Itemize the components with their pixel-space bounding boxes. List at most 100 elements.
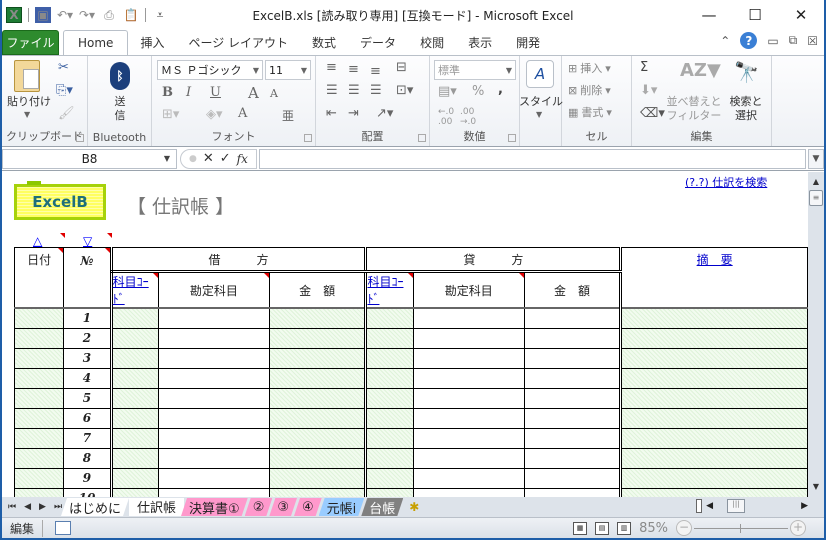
sort-filter-icon[interactable]: AZ▼ [680,60,721,81]
summary-cell[interactable] [619,387,808,409]
tab-page-layout[interactable]: ページ レイアウト [176,30,300,55]
redo-icon[interactable]: ↷▾ [79,7,95,23]
credit-account-cell[interactable] [412,327,525,349]
currency-icon[interactable]: ▤▾ [438,84,457,99]
align-right-icon[interactable]: ☰ [370,83,382,98]
tab-insert[interactable]: 挿入 [128,30,176,55]
date-cell[interactable] [13,427,65,449]
debit-code-cell[interactable] [109,447,159,469]
sheet-tab[interactable]: ② [245,498,273,516]
increase-decimal-icon[interactable]: ←.0.00 [438,107,454,127]
tab-view[interactable]: 表示 [456,30,504,55]
send-label-1[interactable]: 送 [88,94,152,109]
debit-account-cell[interactable] [157,467,270,489]
no-cell[interactable]: 2 [63,327,112,349]
percent-button[interactable]: % [472,84,484,99]
merge-center-icon[interactable]: ⊡▾ [396,83,413,98]
sort-descending-link[interactable]: ▽ [83,234,92,248]
underline-button[interactable]: U [210,85,221,100]
debit-amount-cell[interactable] [268,427,367,449]
workbook-close-icon[interactable]: ☒ [807,34,818,48]
grow-font-button[interactable]: A [248,84,259,102]
date-cell[interactable] [13,367,65,389]
page-break-view-icon[interactable]: ▥ [617,521,632,535]
debit-amount-cell[interactable] [268,307,367,329]
font-size-combo[interactable]: 11 ▼ [265,60,311,80]
last-sheet-icon[interactable]: ⏭ [54,502,62,512]
date-cell[interactable] [13,467,65,489]
align-top-icon[interactable]: ≡ [326,60,337,75]
credit-account-cell[interactable] [412,487,525,497]
comma-button[interactable]: , [498,82,503,97]
credit-code-cell[interactable] [364,307,414,329]
debit-amount-cell[interactable] [268,387,367,409]
find-select-label-2[interactable]: 選択 [724,108,768,123]
orientation-icon[interactable]: ↗▾ [376,106,393,121]
debit-amount-cell[interactable] [268,447,367,469]
credit-code-cell[interactable] [364,447,414,469]
sheet-tab[interactable]: ④ [294,498,322,516]
debit-amount-cell[interactable] [268,347,367,369]
no-cell[interactable]: 4 [63,367,112,389]
credit-code-cell[interactable] [364,407,414,429]
summary-cell[interactable] [619,307,808,329]
credit-account-cell[interactable] [412,307,525,329]
cut-icon[interactable]: ✂ [58,60,69,75]
debit-amount-cell[interactable] [268,467,367,489]
clear-icon[interactable]: ⌫▾ [640,106,665,121]
zoom-in-icon[interactable]: + [790,520,806,536]
paste-icon[interactable] [14,60,40,92]
date-cell[interactable] [13,387,65,409]
first-sheet-icon[interactable]: ⏮ [8,502,16,512]
summary-cell[interactable] [619,367,808,389]
sort-filter-label-1[interactable]: 並べ替えと [664,94,724,109]
undo-icon[interactable]: ↶▾ [57,7,73,23]
maximize-button[interactable]: ☐ [732,0,778,30]
tab-formulas[interactable]: 数式 [300,30,348,55]
summary-cell[interactable] [619,487,808,497]
horizontal-scrollbar[interactable]: ◀ ||| ▶ [696,499,808,513]
debit-code-cell[interactable] [109,367,159,389]
page-layout-view-icon[interactable]: ▤ [595,521,610,535]
decrease-indent-icon[interactable]: ⇤ [326,106,337,121]
summary-cell[interactable] [619,347,808,369]
debit-code-cell[interactable] [109,427,159,449]
insert-function-icon[interactable]: fx [237,152,248,166]
credit-account-code-link[interactable]: 科目ｺｰﾄﾞ [364,271,414,309]
credit-amount-cell[interactable] [523,307,622,329]
paste-icon[interactable]: 📋 [123,7,139,23]
scroll-down-icon[interactable]: ▼ [808,479,824,495]
bluetooth-icon[interactable]: ᛒ [110,62,130,90]
zoom-level[interactable]: 85% [639,521,668,536]
sheet-tab[interactable]: ③ [269,498,297,516]
credit-account-cell[interactable] [412,427,525,449]
debit-account-cell[interactable] [157,327,270,349]
help-icon[interactable]: ? [740,32,758,49]
credit-account-cell[interactable] [412,467,525,489]
debit-code-cell[interactable] [109,387,159,409]
align-bottom-icon[interactable]: ≡ [370,64,381,79]
excelb-logo[interactable]: ExcelB [14,181,106,220]
debit-code-cell[interactable] [109,467,159,489]
excel-logo-icon[interactable]: X [6,7,22,23]
summary-cell[interactable] [619,427,808,449]
sheet-tab[interactable]: 元帳ⅰ [319,498,365,516]
credit-amount-cell[interactable] [523,467,622,489]
number-format-combo[interactable]: 標準 ▼ [434,60,516,80]
date-cell[interactable] [13,407,65,429]
debit-amount-cell[interactable] [268,327,367,349]
debit-account-cell[interactable] [157,367,270,389]
next-sheet-icon[interactable]: ▶ [39,502,46,512]
scroll-thumb[interactable]: ≡ [809,190,823,206]
summary-cell[interactable] [619,327,808,349]
font-color-button[interactable]: A [238,106,247,121]
debit-account-cell[interactable] [157,347,270,369]
find-select-icon[interactable]: 🔭 [734,60,759,84]
workbook-restore-icon[interactable]: ⧉ [789,33,798,48]
debit-amount-cell[interactable] [268,367,367,389]
credit-amount-cell[interactable] [523,347,622,369]
search-journal-link[interactable]: (?.?) 仕訳を検索 [685,174,767,190]
collapse-ribbon-icon[interactable]: ⌃ [720,34,730,48]
credit-amount-cell[interactable] [523,427,622,449]
tab-home[interactable]: Home [63,30,129,55]
